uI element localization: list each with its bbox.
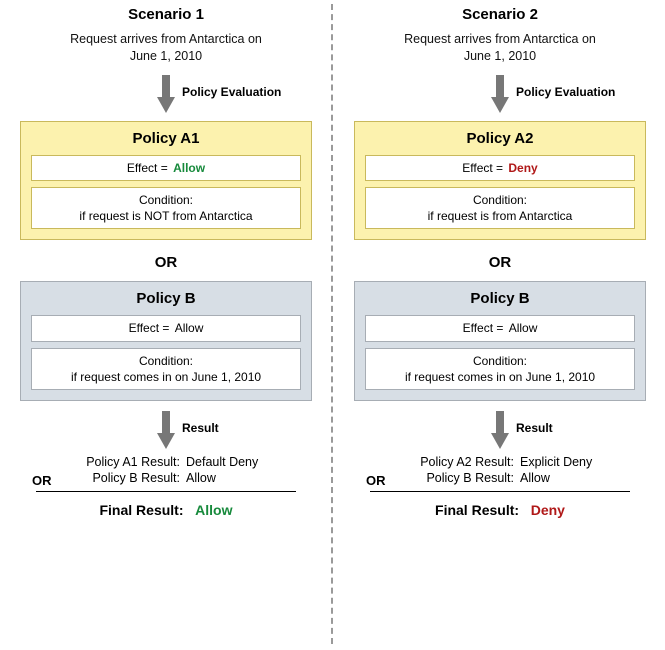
or-separator-2: OR: [340, 254, 660, 271]
scenario-1-title: Scenario 1: [6, 6, 326, 23]
arrow-eval-1: Policy Evaluation: [6, 71, 326, 117]
scenario-2-column: Scenario 2 Request arrives from Antarcti…: [340, 0, 660, 518]
arrow-eval-2: Policy Evaluation: [340, 71, 660, 117]
scenario-1-column: Scenario 1 Request arrives from Antarcti…: [6, 0, 326, 518]
policy-b-left-condition: Condition: if request comes in on June 1…: [31, 348, 301, 390]
policy-a2-title: Policy A2: [365, 130, 635, 147]
policy-b-right-title: Policy B: [365, 290, 635, 307]
result-b2-value: Allow: [520, 471, 610, 485]
final-value-2: Deny: [531, 502, 565, 518]
or-side-1: OR: [32, 473, 52, 488]
down-arrow-icon: [155, 409, 177, 451]
vertical-divider: [331, 4, 333, 644]
policy-a1-box: Policy A1 Effect = Allow Condition: if r…: [20, 121, 312, 241]
results-2: OR Policy A2 Result: Explicit Deny Polic…: [370, 455, 630, 485]
policy-b-left-box: Policy B Effect = Allow Condition: if re…: [20, 281, 312, 401]
policy-b-right-effect: Effect = Allow: [365, 315, 635, 341]
result-a2-label: Policy A2 Result:: [390, 455, 520, 469]
or-separator-1: OR: [6, 254, 326, 271]
result-label-1: Result: [182, 421, 219, 435]
result-b1-label: Policy B Result:: [56, 471, 186, 485]
results-1: OR Policy A1 Result: Default Deny Policy…: [36, 455, 296, 485]
rule-2: [370, 491, 630, 492]
result-a1-value: Default Deny: [186, 455, 276, 469]
down-arrow-icon: [489, 73, 511, 115]
final-value-1: Allow: [195, 502, 232, 518]
result-b2-label: Policy B Result:: [390, 471, 520, 485]
policy-a1-effect: Effect = Allow: [31, 155, 301, 181]
final-row-2: Final Result: Deny: [340, 502, 660, 518]
result-b1-value: Allow: [186, 471, 276, 485]
policy-b-right-box: Policy B Effect = Allow Condition: if re…: [354, 281, 646, 401]
result-a1-label: Policy A1 Result:: [56, 455, 186, 469]
eval-label-2: Policy Evaluation: [516, 85, 615, 99]
down-arrow-icon: [489, 409, 511, 451]
scenario-2-subtitle: Request arrives from Antarctica onJune 1…: [340, 31, 660, 65]
final-row-1: Final Result: Allow: [6, 502, 326, 518]
rule-1: [36, 491, 296, 492]
arrow-result-1: Result: [6, 407, 326, 453]
policy-b-right-condition: Condition: if request comes in on June 1…: [365, 348, 635, 390]
result-a2-value: Explicit Deny: [520, 455, 610, 469]
scenario-1-subtitle: Request arrives from Antarctica onJune 1…: [6, 31, 326, 65]
policy-b-left-title: Policy B: [31, 290, 301, 307]
policy-a1-title: Policy A1: [31, 130, 301, 147]
policy-a2-effect: Effect = Deny: [365, 155, 635, 181]
eval-label-1: Policy Evaluation: [182, 85, 281, 99]
result-label-2: Result: [516, 421, 553, 435]
scenario-2-title: Scenario 2: [340, 6, 660, 23]
down-arrow-icon: [155, 73, 177, 115]
diagram-canvas: Scenario 1 Request arrives from Antarcti…: [0, 0, 665, 650]
policy-b-left-effect: Effect = Allow: [31, 315, 301, 341]
or-side-2: OR: [366, 473, 386, 488]
policy-a1-condition: Condition: if request is NOT from Antarc…: [31, 187, 301, 229]
arrow-result-2: Result: [340, 407, 660, 453]
policy-a2-box: Policy A2 Effect = Deny Condition: if re…: [354, 121, 646, 241]
policy-a2-condition: Condition: if request is from Antarctica: [365, 187, 635, 229]
